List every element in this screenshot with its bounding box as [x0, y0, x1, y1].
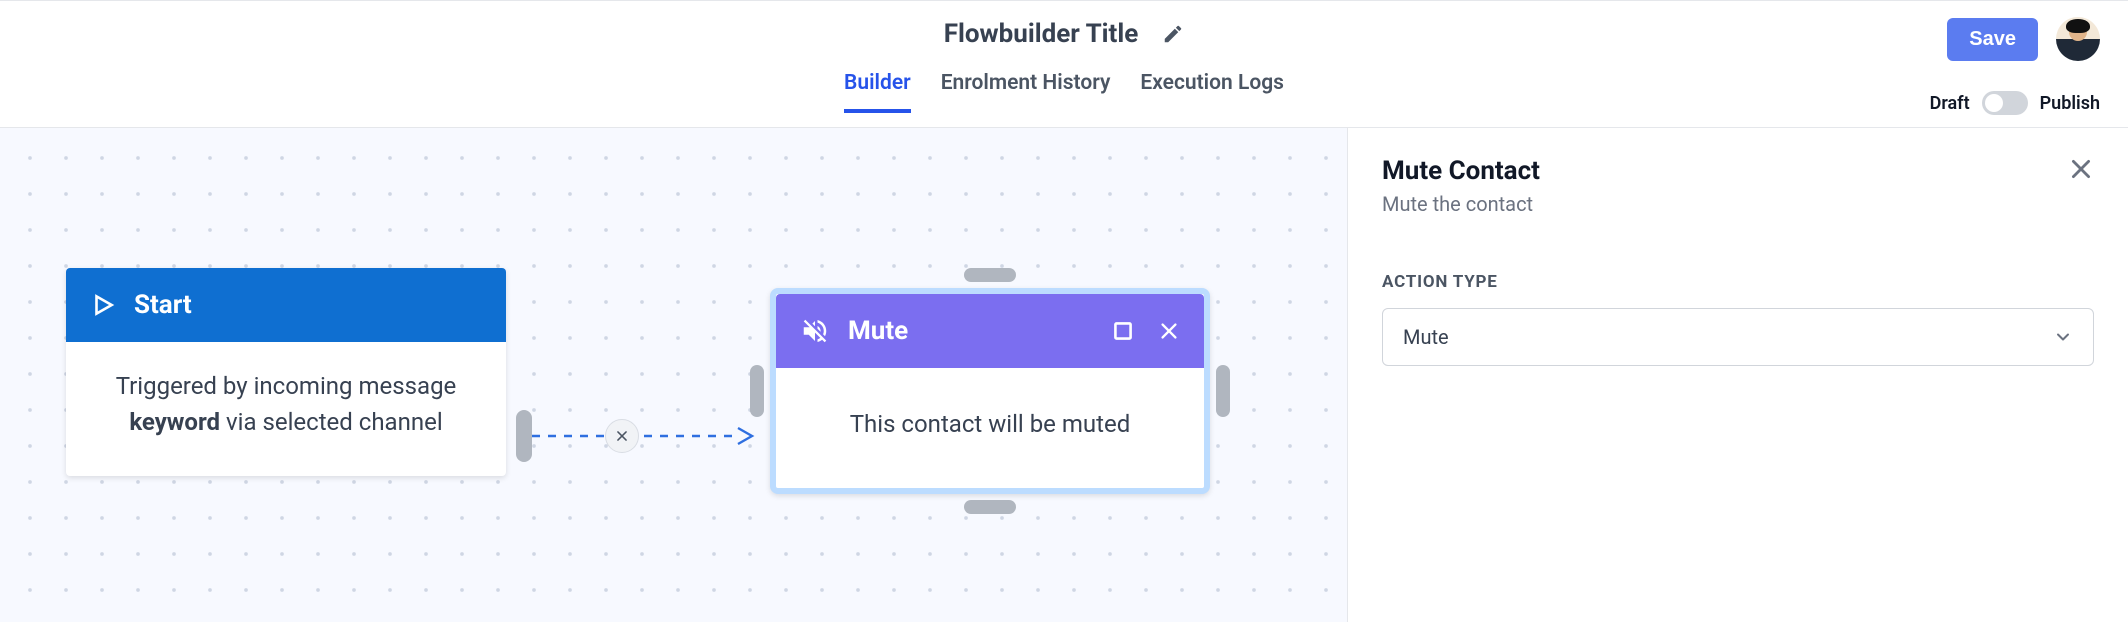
- tab-builder[interactable]: Builder: [844, 71, 911, 113]
- node-handle-right[interactable]: [1216, 365, 1230, 417]
- mute-icon: [800, 316, 830, 346]
- flow-canvas[interactable]: Start Triggered by incoming message keyw…: [0, 128, 1348, 622]
- tabs: Builder Enrolment History Execution Logs: [0, 71, 2128, 113]
- duplicate-icon[interactable]: [1110, 318, 1136, 344]
- node-start-body-keyword: keyword: [129, 408, 220, 436]
- side-panel-subtitle: Mute the contact: [1382, 192, 1540, 216]
- close-icon[interactable]: [1158, 320, 1180, 342]
- node-mute[interactable]: Mute This contact will be muted: [770, 288, 1210, 494]
- close-icon[interactable]: [2068, 156, 2094, 182]
- save-button[interactable]: Save: [1947, 18, 2038, 61]
- side-panel-title: Mute Contact: [1382, 156, 1540, 186]
- close-icon: [615, 429, 629, 443]
- chevron-down-icon: [2053, 327, 2073, 347]
- node-mute-body: This contact will be muted: [776, 368, 1204, 488]
- action-type-label: ACTION TYPE: [1382, 272, 2094, 292]
- edit-icon[interactable]: [1162, 23, 1184, 45]
- node-start[interactable]: Start Triggered by incoming message keyw…: [66, 268, 506, 476]
- node-mute-title: Mute: [848, 316, 908, 346]
- node-mute-header[interactable]: Mute: [776, 294, 1204, 368]
- node-handle-top[interactable]: [964, 268, 1016, 282]
- node-start-header[interactable]: Start: [66, 268, 506, 342]
- node-handle-bottom[interactable]: [964, 500, 1016, 514]
- page-title: Flowbuilder Title: [944, 19, 1139, 49]
- play-icon: [90, 292, 116, 318]
- publish-label: Publish: [2040, 93, 2100, 114]
- node-handle-left[interactable]: [750, 365, 764, 417]
- publish-toggle[interactable]: [1982, 91, 2028, 115]
- node-start-body: Triggered by incoming message keyword vi…: [66, 342, 506, 476]
- connector-start-to-mute: [516, 416, 756, 456]
- avatar[interactable]: [2056, 17, 2100, 61]
- action-type-select[interactable]: Mute: [1382, 308, 2094, 366]
- app-header: Flowbuilder Title Builder Enrolment Hist…: [0, 0, 2128, 128]
- tab-enrolment-history[interactable]: Enrolment History: [941, 71, 1111, 113]
- draft-label: Draft: [1930, 93, 1970, 114]
- node-start-body-prefix: Triggered by incoming message: [116, 372, 457, 400]
- node-start-title: Start: [134, 290, 192, 320]
- connector-delete-button[interactable]: [605, 419, 639, 453]
- action-type-value: Mute: [1403, 325, 1449, 349]
- connector-handle[interactable]: [516, 410, 532, 462]
- node-start-body-suffix: via selected channel: [220, 408, 443, 436]
- side-panel: Mute Contact Mute the contact ACTION TYP…: [1348, 128, 2128, 622]
- tab-execution-logs[interactable]: Execution Logs: [1140, 71, 1284, 113]
